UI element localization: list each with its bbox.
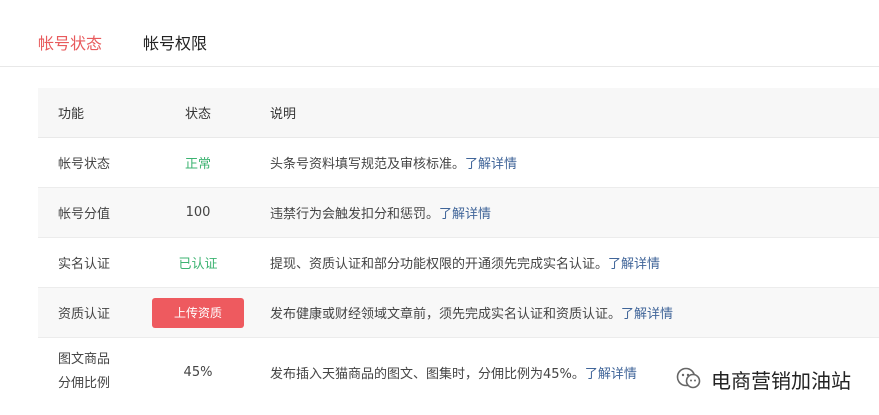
table-row: 实名认证 已认证 提现、资质认证和部分功能权限的开通须先完成实名认证。 了解详情 — [38, 238, 879, 288]
function-line-2: 分佣比例 — [58, 376, 111, 391]
header-function: 功能 — [58, 107, 85, 122]
table-header-row: 功能 状态 说明 — [38, 88, 879, 138]
wechat-icon — [675, 365, 703, 393]
row-function: 帐号分值 — [58, 207, 111, 222]
tab-bar: 帐号状态 帐号权限 — [0, 0, 879, 67]
watermark: 电商营销加油站 — [675, 364, 851, 394]
table-row: 帐号分值 100 违禁行为会触发扣分和惩罚。 了解详情 — [38, 188, 879, 238]
description-text: 提现、资质认证和部分功能权限的开通须先完成实名认证。 — [270, 257, 609, 272]
watermark-text: 电商营销加油站 — [711, 368, 851, 393]
tab-account-permissions[interactable]: 帐号权限 — [143, 34, 207, 54]
verified-badge: 已认证 — [178, 257, 218, 272]
learn-more-link[interactable]: 了解详情 — [585, 363, 637, 382]
row-status: 45% — [148, 338, 248, 406]
score-value: 100 — [185, 205, 211, 220]
learn-more-link[interactable]: 了解详情 — [465, 153, 517, 172]
header-description: 说明 — [270, 107, 297, 122]
status-table: 功能 状态 说明 帐号状态 正常 头条号资料填写规范及审核标准。 了解详情 帐号分… — [38, 88, 879, 406]
upload-qualification-button[interactable]: 上传资质 — [152, 297, 244, 328]
tab-account-status[interactable]: 帐号状态 — [38, 34, 102, 54]
row-function: 帐号状态 — [58, 157, 111, 172]
learn-more-link[interactable]: 了解详情 — [621, 303, 673, 322]
row-status: 已认证 — [148, 238, 248, 287]
function-line-1: 图文商品 — [58, 352, 111, 367]
row-description: 违禁行为会触发扣分和惩罚。 了解详情 — [270, 188, 870, 237]
description-text: 发布健康或财经领域文章前，须先完成实名认证和资质认证。 — [270, 307, 622, 322]
learn-more-link[interactable]: 了解详情 — [439, 203, 491, 222]
table-row: 帐号状态 正常 头条号资料填写规范及审核标准。 了解详情 — [38, 138, 879, 188]
learn-more-link[interactable]: 了解详情 — [608, 253, 660, 272]
row-function: 资质认证 — [58, 307, 111, 322]
description-text: 违禁行为会触发扣分和惩罚。 — [270, 207, 440, 222]
row-description: 头条号资料填写规范及审核标准。 了解详情 — [270, 138, 870, 187]
row-status: 100 — [148, 188, 248, 237]
description-text: 头条号资料填写规范及审核标准。 — [270, 157, 466, 172]
table-row: 资质认证 上传资质 发布健康或财经领域文章前，须先完成实名认证和资质认证。 了解详… — [38, 288, 879, 338]
row-function: 图文商品 分佣比例 — [58, 338, 158, 406]
status-badge: 正常 — [184, 157, 211, 172]
commission-rate: 45% — [183, 364, 213, 380]
header-status: 状态 — [184, 107, 211, 122]
description-text: 发布插入天猫商品的图文、图集时，分佣比例为45%。 — [270, 366, 585, 382]
row-status: 上传资质 — [148, 288, 248, 337]
row-description: 提现、资质认证和部分功能权限的开通须先完成实名认证。 了解详情 — [270, 238, 870, 287]
row-status: 正常 — [148, 138, 248, 187]
row-description: 发布健康或财经领域文章前，须先完成实名认证和资质认证。 了解详情 — [270, 288, 870, 337]
row-function: 实名认证 — [58, 257, 111, 272]
